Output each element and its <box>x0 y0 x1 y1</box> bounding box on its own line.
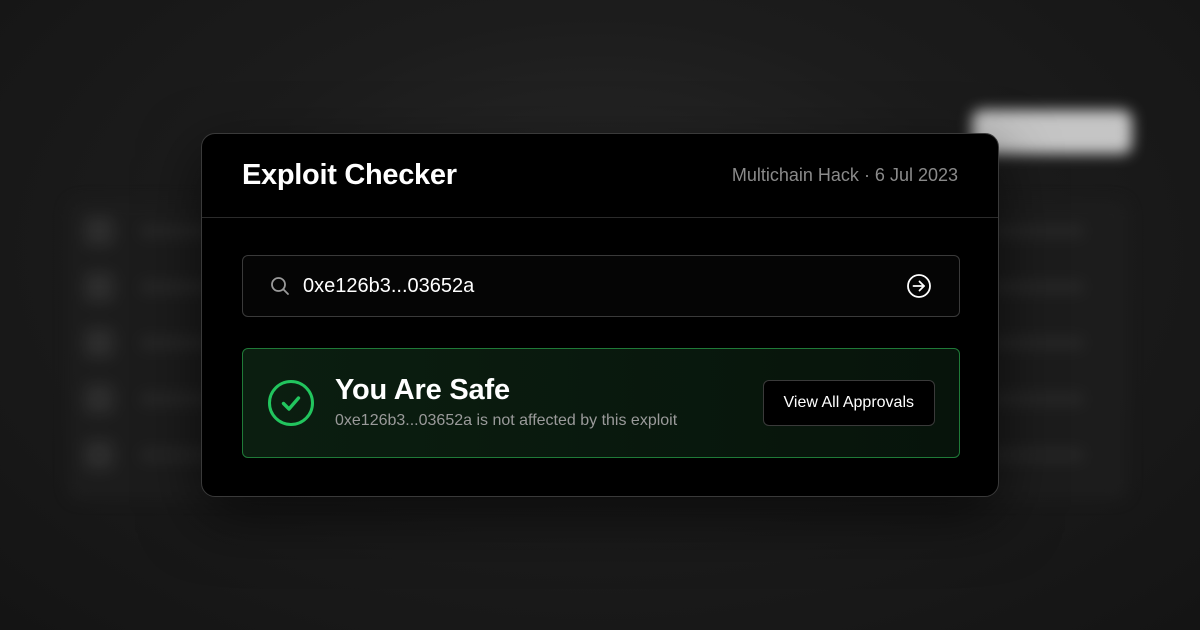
address-search-box[interactable] <box>242 255 960 317</box>
check-circle-icon <box>267 379 315 427</box>
search-icon <box>269 275 291 297</box>
result-title: You Are Safe <box>335 374 510 406</box>
address-input[interactable] <box>303 266 905 306</box>
exploit-meta: Multichain Hack · 6 Jul 2023 <box>731 165 958 185</box>
result-subtitle: 0xe126b3...03652a is not affected by thi… <box>335 412 678 429</box>
view-all-approvals-button[interactable]: View All Approvals <box>762 380 935 426</box>
result-panel: You Are Safe 0xe126b3...03652a is not af… <box>242 348 960 458</box>
arrow-right-circle-icon[interactable] <box>905 272 933 300</box>
card-header: Exploit Checker Multichain Hack · 6 Jul … <box>202 134 998 218</box>
card-title: Exploit Checker <box>242 159 457 191</box>
exploit-checker-card: Exploit Checker Multichain Hack · 6 Jul … <box>201 133 999 497</box>
